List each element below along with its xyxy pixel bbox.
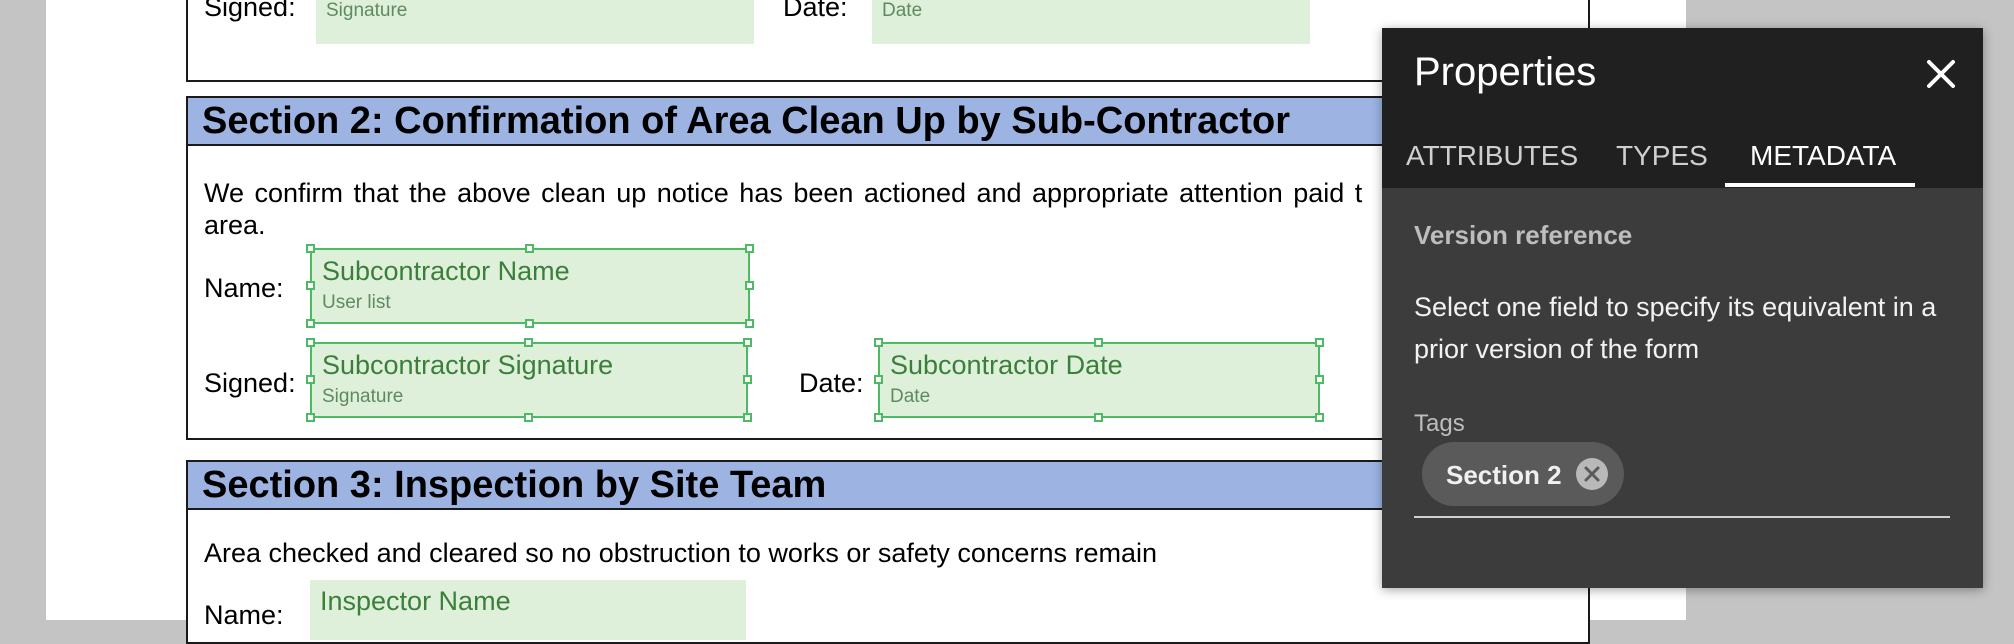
resize-handle-top[interactable]: [525, 244, 534, 253]
tab-types[interactable]: TYPES: [1616, 140, 1708, 172]
resize-handle-bottom[interactable]: [524, 413, 533, 422]
properties-panel: Properties ATTRIBUTES TYPES METADATA Ver…: [1382, 28, 1983, 588]
resize-handle-left[interactable]: [874, 375, 883, 384]
tags-label: Tags: [1414, 410, 1465, 437]
field-title: Subcontractor Signature: [322, 350, 614, 380]
section-1-signed-label: Signed:: [204, 0, 296, 22]
resize-handle-top[interactable]: [524, 338, 533, 347]
field-title: Subcontractor Name: [322, 256, 570, 286]
subcontractor-name-field[interactable]: Subcontractor Name User list: [306, 244, 754, 328]
field-type-label: User list: [322, 292, 391, 313]
field-type-label: Date: [890, 386, 931, 407]
resize-handle-left[interactable]: [306, 281, 315, 290]
resize-handle-top-right[interactable]: [1315, 338, 1324, 347]
section-2-name-label: Name:: [204, 273, 284, 303]
section-2-date-label: Date:: [799, 368, 864, 398]
resize-handle-bottom-right[interactable]: [743, 413, 752, 422]
subcontractor-date-field[interactable]: Subcontractor Date Date: [874, 338, 1324, 422]
resize-handle-bottom-right[interactable]: [745, 319, 754, 328]
field-type-label: Signature: [326, 0, 408, 21]
section-3-name-label: Name:: [204, 600, 284, 630]
resize-handle-left[interactable]: [306, 375, 315, 384]
close-icon[interactable]: [1921, 54, 1961, 94]
field-title: Subcontractor Date: [890, 350, 1123, 380]
subcontractor-signature-field[interactable]: Subcontractor Signature Signature: [306, 338, 752, 422]
resize-handle-bottom[interactable]: [525, 319, 534, 328]
section-2-body-line-1: We confirm that the above clean up notic…: [204, 178, 1363, 208]
tag-chip-label: Section 2: [1446, 460, 1562, 490]
field-type-label: Signature: [322, 386, 404, 407]
field-title: Inspector Name: [320, 586, 511, 616]
inspector-name-field[interactable]: Inspector Name: [310, 580, 746, 640]
section-2-body-line-2: area.: [204, 210, 266, 240]
section-1-signature-field[interactable]: Signature: [316, 0, 754, 44]
section-2-signed-label: Signed:: [204, 368, 296, 398]
field-type-label: Date: [882, 0, 923, 21]
resize-handle-top-left[interactable]: [874, 338, 883, 347]
section-2-header: Section 2: Confirmation of Area Clean Up…: [188, 98, 1588, 146]
tab-attributes[interactable]: ATTRIBUTES: [1406, 140, 1578, 172]
resize-handle-bottom-left[interactable]: [874, 413, 883, 422]
version-reference-label: Version reference: [1414, 220, 1633, 250]
resize-handle-top-right[interactable]: [745, 244, 754, 253]
active-tab-indicator: [1725, 183, 1915, 187]
remove-tag-icon[interactable]: [1576, 458, 1608, 490]
version-reference-description: Select one field to specify its equivale…: [1414, 292, 1937, 364]
resize-handle-bottom[interactable]: [1094, 413, 1103, 422]
resize-handle-right[interactable]: [1315, 375, 1324, 384]
resize-handle-bottom-right[interactable]: [1315, 413, 1324, 422]
properties-title: Properties: [1414, 50, 1597, 94]
properties-panel-header: Properties ATTRIBUTES TYPES METADATA: [1382, 28, 1983, 188]
resize-handle-bottom-left[interactable]: [306, 319, 315, 328]
resize-handle-right[interactable]: [745, 281, 754, 290]
resize-handle-top-left[interactable]: [306, 338, 315, 347]
section-3-header: Section 3: Inspection by Site Team: [188, 462, 1588, 510]
section-1-date-label: Date:: [783, 0, 848, 22]
resize-handle-bottom-left[interactable]: [306, 413, 315, 422]
resize-handle-top[interactable]: [1094, 338, 1103, 347]
resize-handle-top-right[interactable]: [743, 338, 752, 347]
section-1-date-field[interactable]: Date: [872, 0, 1310, 44]
resize-handle-top-left[interactable]: [306, 244, 315, 253]
tags-input-underline: [1414, 516, 1950, 518]
section-3-body-line-1: Area checked and cleared so no obstructi…: [204, 538, 1157, 568]
tag-chip-section-2[interactable]: Section 2: [1422, 442, 1624, 506]
resize-handle-right[interactable]: [743, 375, 752, 384]
tab-metadata[interactable]: METADATA: [1750, 140, 1896, 172]
